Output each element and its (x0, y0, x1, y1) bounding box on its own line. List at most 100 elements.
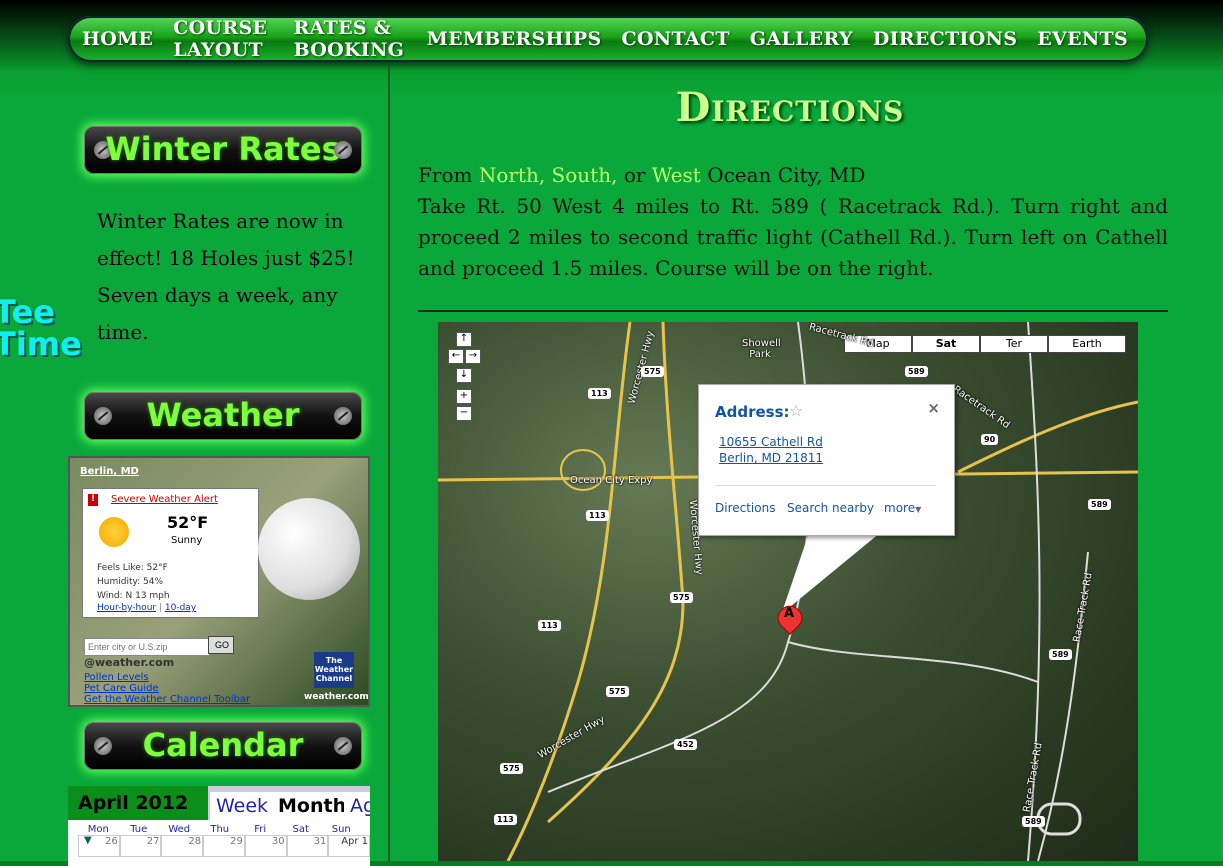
route-shield: 113 (586, 510, 609, 521)
nav-memberships[interactable]: MEMBERSHIPS (427, 28, 602, 50)
calendar-button[interactable]: Calendar (84, 722, 362, 770)
map-marker-label: A (784, 606, 795, 621)
weather-channel-logo: The Weather Channel (314, 652, 354, 688)
calendar-label: Calendar (142, 726, 304, 764)
feels-like: Feels Like: 52°F (97, 563, 168, 573)
winter-rates-label: Winter Rates (105, 130, 341, 168)
ten-day-link[interactable]: 10-day (165, 603, 196, 613)
screw-icon (334, 737, 352, 755)
weather-condition: Sunny (171, 535, 203, 546)
address-line2[interactable]: Berlin, MD 21811 (719, 451, 823, 465)
hour-by-hour-link[interactable]: Hour-by-hour (97, 603, 156, 613)
close-icon[interactable]: × (927, 399, 940, 417)
route-shield: 575 (606, 686, 629, 697)
tab-month[interactable]: Month (272, 792, 353, 820)
map-label-showell-park: Showell Park (742, 338, 781, 360)
humidity: Humidity: 54% (97, 577, 164, 587)
nav-contact[interactable]: CONTACT (622, 28, 730, 50)
address-heading: Address: (715, 403, 790, 421)
severe-weather-alert-link[interactable]: Severe Weather Alert (111, 494, 218, 505)
bubble-divider (715, 485, 936, 486)
tee-time-line2: Time (0, 325, 82, 363)
search-nearby-link[interactable]: Search nearby (787, 501, 874, 515)
winter-rates-text: Winter Rates are now in effect! 18 Holes… (97, 209, 355, 344)
weather-widget: Berlin, MD ! Severe Weather Alert 52°F S… (68, 456, 370, 707)
calendar-date[interactable]: 31 (286, 835, 329, 857)
pollen-levels-link[interactable]: Pollen Levels (84, 672, 250, 683)
nav-events[interactable]: EVENTS (1037, 28, 1128, 50)
route-shield: 589 (1049, 649, 1072, 660)
route-shield: 90 (981, 434, 999, 445)
tab-agenda[interactable]: Ag (344, 792, 370, 820)
page-title: Directions (675, 84, 905, 131)
from-destination: Ocean City, MD (707, 163, 866, 187)
calendar-widget: April 2012 ▼ Week Month Ag Mon Tue Wed T… (68, 786, 370, 866)
calendar-dates: 26 27 28 29 30 31 Apr 1 (68, 835, 370, 857)
more-link[interactable]: more▼ (884, 501, 921, 515)
screw-icon (334, 407, 352, 425)
route-shield: 113 (588, 388, 611, 399)
nav-rates-booking[interactable]: RATES & BOOKING (294, 17, 407, 61)
address-line1[interactable]: 10655 Cathell Rd (719, 435, 823, 449)
weekday: Wed (168, 824, 191, 835)
nav-course-layout[interactable]: COURSE LAYOUT (173, 17, 273, 61)
route-shield: 575 (641, 366, 664, 377)
pan-up-button[interactable]: ↑ (456, 332, 472, 347)
weekday: Fri (254, 824, 267, 835)
weather-search-input[interactable] (84, 638, 210, 656)
more-link-label: more (884, 501, 916, 515)
calendar-date[interactable]: Apr 1 (328, 835, 370, 857)
weekday: Sun (331, 824, 351, 835)
zoom-in-button[interactable]: + (456, 389, 472, 404)
calendar-header: April 2012 ▼ Week Month Ag (68, 786, 370, 846)
weather-button[interactable]: Weather (84, 392, 362, 440)
pan-right-button[interactable]: → (465, 349, 481, 364)
nav-gallery[interactable]: GALLERY (750, 28, 853, 50)
from-or: or (623, 163, 646, 187)
weather-city-link[interactable]: Berlin, MD (80, 466, 139, 477)
from-label: From (418, 163, 473, 187)
sun-icon (99, 517, 129, 547)
tab-week[interactable]: Week (210, 792, 275, 820)
star-icon[interactable]: ☆ (789, 401, 803, 420)
calendar-weekdays: Mon Tue Wed Thu Fri Sat Sun (68, 824, 370, 835)
map-label-ocean-city-expy: Ocean City Expy (570, 475, 653, 486)
calendar-date[interactable]: 28 (161, 835, 204, 857)
google-map[interactable]: ↑ ← → ↓ + − Map Sat Ter Earth Showell Pa… (438, 322, 1138, 861)
calendar-month-selector[interactable]: April 2012 ▼ (68, 786, 208, 846)
golf-ball-image (258, 498, 360, 600)
calendar-date[interactable]: 30 (244, 835, 287, 857)
weather-toolbar-link[interactable]: Get the Weather Channel Toolbar (84, 694, 250, 705)
weather-card: ! Severe Weather Alert 52°F Sunny Feels … (82, 488, 259, 618)
map-type-sat[interactable]: Sat (912, 335, 980, 353)
map-type-ter[interactable]: Ter (980, 335, 1048, 353)
route-shield: 575 (500, 763, 523, 774)
calendar-date[interactable]: 29 (203, 835, 245, 857)
weekday: Tue (130, 824, 148, 835)
nav-home[interactable]: HOME (82, 28, 153, 50)
screw-icon (334, 141, 352, 159)
wind: Wind: N 13 mph (97, 591, 170, 601)
tee-time-line1: Tee (0, 293, 55, 331)
nav-directions[interactable]: DIRECTIONS (873, 28, 1017, 50)
calendar-month: April 2012 (78, 792, 189, 814)
weather-go-button[interactable]: GO (208, 636, 234, 654)
pan-left-button[interactable]: ← (448, 349, 464, 364)
pan-down-button[interactable]: ↓ (456, 368, 472, 383)
directions-link[interactable]: Directions (715, 501, 775, 515)
weather-temperature: 52°F (167, 513, 209, 532)
weather-brand: @weather.com (84, 656, 175, 669)
weather-label: Weather (146, 396, 300, 434)
directions-origin: From North, South, or West Ocean City, M… (418, 160, 1168, 191)
route-shield: 113 (538, 620, 561, 631)
pet-care-guide-link[interactable]: Pet Care Guide (84, 683, 250, 694)
info-bubble: Address: ☆ × 10655 Cathell Rd Berlin, MD… (698, 384, 955, 536)
chevron-down-icon: ▼ (84, 835, 92, 846)
weather-site-label: weather.com (304, 692, 369, 702)
winter-rates-button[interactable]: Winter Rates (84, 126, 362, 174)
tee-time-button[interactable]: Tee Time (0, 296, 82, 360)
zoom-out-button[interactable]: − (456, 406, 472, 421)
map-type-earth[interactable]: Earth (1048, 335, 1126, 353)
route-shield: 452 (674, 739, 697, 750)
calendar-date[interactable]: 27 (119, 835, 162, 857)
